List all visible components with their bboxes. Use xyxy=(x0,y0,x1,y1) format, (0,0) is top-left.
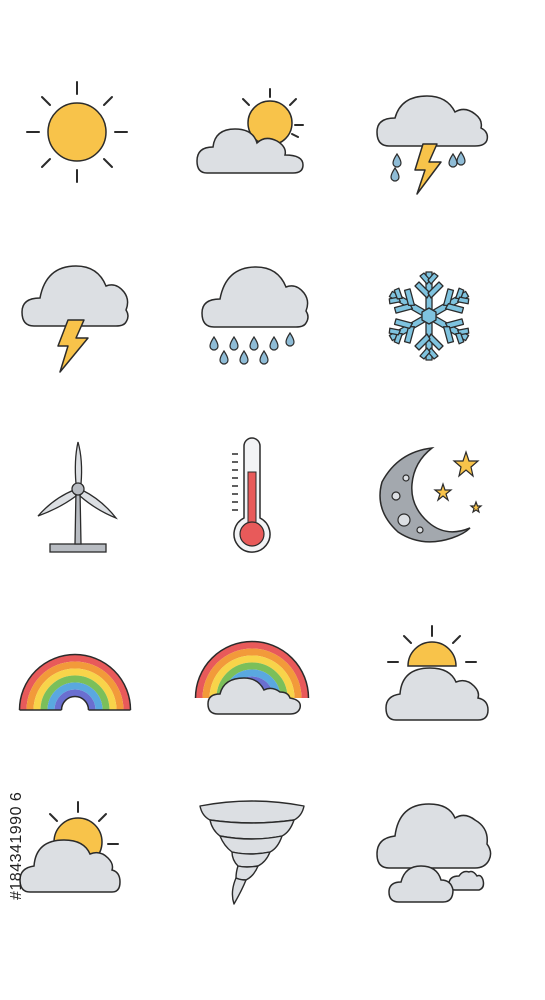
storm-cloud-icon xyxy=(20,262,130,374)
stock-id-text: #184341990 6 xyxy=(8,791,25,900)
tornado-icon xyxy=(198,800,306,906)
sun-behind-cloud-icon xyxy=(384,624,492,722)
thunderstorm-rain-icon xyxy=(375,88,490,198)
snowflake-icon xyxy=(383,266,475,366)
thermometer-icon xyxy=(226,437,276,556)
overcast-clouds-icon xyxy=(375,800,493,904)
partly-cloudy-icon xyxy=(195,85,310,180)
rainbow-cloud-icon xyxy=(194,634,310,716)
sun-cloud-icon xyxy=(18,800,122,896)
wind-turbine-icon xyxy=(36,440,121,558)
rainbow-icon xyxy=(18,636,132,712)
sun-icon xyxy=(25,80,130,185)
moon-stars-icon xyxy=(376,446,486,546)
rain-cloud-icon xyxy=(200,263,310,371)
